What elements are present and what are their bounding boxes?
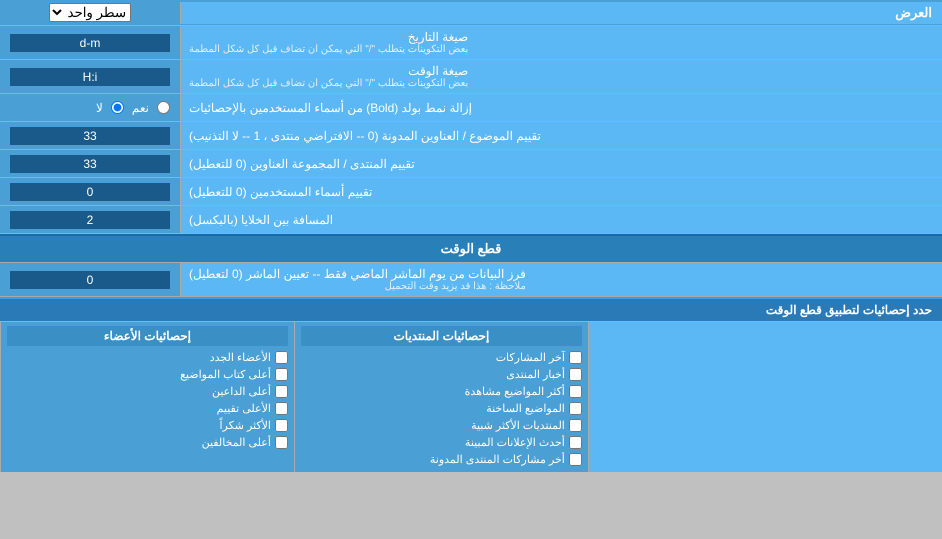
rank-usernames-input-cell[interactable] [0, 178, 180, 205]
stats-col-members-header: إحصائيات الأعضاء [7, 326, 288, 346]
stats-member-item-5[interactable]: أعلى المخالفين [7, 434, 288, 451]
stats-label-forum-5: أحدث الإعلانات المبينة [465, 436, 565, 449]
date-format-row: صيغة التاريخ بعض التكوينات يتطلب "/" الت… [0, 26, 942, 60]
stats-label-forum-4: المنتديات الأكثر شبية [471, 419, 565, 432]
stats-member-item-3[interactable]: الأعلى تقييم [7, 400, 288, 417]
bold-yes-label: نعم [132, 101, 149, 115]
stats-label-member-2: أعلى الداعين [212, 385, 271, 398]
stats-col-members: إحصائيات الأعضاء الأعضاء الجدد أعلى كتاب… [0, 322, 294, 472]
cutoff-input[interactable] [10, 271, 170, 289]
top-label: العرض [180, 2, 942, 24]
stats-header-label: حدد إحصائيات لتطبيق قطع الوقت [766, 303, 932, 317]
rank-forum-group-row: تقييم المنتدى / المجموعة العناوين (0 للت… [0, 150, 942, 178]
time-format-row: صيغة الوقت بعض التكوينات يتطلب "/" التي … [0, 60, 942, 94]
space-cells-input[interactable] [10, 211, 170, 229]
rank-forum-group-input-cell[interactable] [0, 150, 180, 177]
stats-label-forum-0: آخر المشاركات [496, 351, 565, 364]
stats-checkbox-forum-3[interactable] [569, 402, 582, 415]
date-format-input[interactable] [10, 34, 170, 52]
stats-section: حدد إحصائيات لتطبيق قطع الوقت إحصائيات ا… [0, 297, 942, 472]
stats-checkbox-forum-1[interactable] [569, 368, 582, 381]
bold-remove-label: إزالة نمط بولد (Bold) من أسماء المستخدمي… [180, 94, 942, 121]
stats-checkbox-member-4[interactable] [275, 419, 288, 432]
time-format-input-cell[interactable] [0, 60, 180, 93]
stats-item-2[interactable]: أكثر المواضيع مشاهدة [301, 383, 582, 400]
cutoff-label: فرز البيانات من يوم الماشر الماضي فقط --… [180, 263, 942, 296]
stats-label-member-3: الأعلى تقييم [217, 402, 271, 415]
stats-member-item-2[interactable]: أعلى الداعين [7, 383, 288, 400]
stats-member-item-4[interactable]: الأكثر شكراً [7, 417, 288, 434]
rank-topics-row: تقييم الموضوع / العناوين المدونة (0 -- ا… [0, 122, 942, 150]
rank-topics-input-cell[interactable] [0, 122, 180, 149]
stats-label-forum-2: أكثر المواضيع مشاهدة [465, 385, 565, 398]
stats-checkbox-forum-0[interactable] [569, 351, 582, 364]
bold-no-radio[interactable] [111, 101, 124, 114]
stats-member-item-1[interactable]: أعلى كتاب المواضيع [7, 366, 288, 383]
stats-item-5[interactable]: أحدث الإعلانات المبينة [301, 434, 582, 451]
stats-member-item-0[interactable]: الأعضاء الجدد [7, 349, 288, 366]
rank-topics-input[interactable] [10, 127, 170, 145]
rank-topics-label: تقييم الموضوع / العناوين المدونة (0 -- ا… [180, 122, 942, 149]
stats-label-forum-1: أخبار المنتدى [506, 368, 565, 381]
cutoff-input-cell[interactable] [0, 263, 180, 296]
stats-content: إحصائيات المنتديات آخر المشاركات أخبار ا… [0, 322, 942, 472]
stats-label-forum-3: المواضيع الساخنة [486, 402, 565, 415]
stats-label-member-1: أعلى كتاب المواضيع [180, 368, 271, 381]
rank-usernames-row: تقييم أسماء المستخدمين (0 للتعطيل) [0, 178, 942, 206]
bold-remove-row: إزالة نمط بولد (Bold) من أسماء المستخدمي… [0, 94, 942, 122]
bold-no-label: لا [96, 101, 103, 115]
stats-item-4[interactable]: المنتديات الأكثر شبية [301, 417, 582, 434]
stats-checkbox-member-1[interactable] [275, 368, 288, 381]
cutoff-section-header: قطع الوقت [0, 234, 942, 263]
stats-checkbox-member-0[interactable] [275, 351, 288, 364]
stats-right-spacer [588, 322, 942, 472]
stats-checkbox-forum-4[interactable] [569, 419, 582, 432]
stats-checkbox-member-2[interactable] [275, 385, 288, 398]
stats-checkbox-member-5[interactable] [275, 436, 288, 449]
top-row: العرض سطر واحد سطرين ثلاثة أسطر [0, 0, 942, 26]
bold-yes-radio[interactable] [157, 101, 170, 114]
stats-checkbox-forum-5[interactable] [569, 436, 582, 449]
space-cells-label: المسافة بين الخلايا (بالبكسل) [180, 206, 942, 233]
stats-item-3[interactable]: المواضيع الساخنة [301, 400, 582, 417]
stats-label-member-0: الأعضاء الجدد [210, 351, 271, 364]
display-select[interactable]: سطر واحد سطرين ثلاثة أسطر [49, 3, 131, 22]
top-select-cell[interactable]: سطر واحد سطرين ثلاثة أسطر [0, 0, 180, 25]
rank-usernames-input[interactable] [10, 183, 170, 201]
stats-header-row: حدد إحصائيات لتطبيق قطع الوقت [0, 299, 942, 322]
space-cells-row: المسافة بين الخلايا (بالبكسل) [0, 206, 942, 234]
date-format-label: صيغة التاريخ بعض التكوينات يتطلب "/" الت… [180, 26, 942, 59]
rank-usernames-label: تقييم أسماء المستخدمين (0 للتعطيل) [180, 178, 942, 205]
rank-forum-group-label: تقييم المنتدى / المجموعة العناوين (0 للت… [180, 150, 942, 177]
date-format-input-cell[interactable] [0, 26, 180, 59]
rank-forum-group-input[interactable] [10, 155, 170, 173]
bold-remove-radio-cell[interactable]: نعم لا [0, 94, 180, 121]
time-format-label: صيغة الوقت بعض التكوينات يتطلب "/" التي … [180, 60, 942, 93]
time-format-input[interactable] [10, 68, 170, 86]
stats-label-forum-6: أخر مشاركات المنتدى المدونة [430, 453, 565, 466]
stats-col-forums-header: إحصائيات المنتديات [301, 326, 582, 346]
stats-checkbox-forum-6[interactable] [569, 453, 582, 466]
stats-item-6[interactable]: أخر مشاركات المنتدى المدونة [301, 451, 582, 468]
stats-label-member-4: الأكثر شكراً [220, 419, 271, 432]
stats-item-1[interactable]: أخبار المنتدى [301, 366, 582, 383]
cutoff-row: فرز البيانات من يوم الماشر الماضي فقط --… [0, 263, 942, 297]
stats-col-forums: إحصائيات المنتديات آخر المشاركات أخبار ا… [294, 322, 588, 472]
space-cells-input-cell[interactable] [0, 206, 180, 233]
stats-checkbox-member-3[interactable] [275, 402, 288, 415]
stats-label-member-5: أعلى المخالفين [202, 436, 271, 449]
stats-item-0[interactable]: آخر المشاركات [301, 349, 582, 366]
stats-checkbox-forum-2[interactable] [569, 385, 582, 398]
